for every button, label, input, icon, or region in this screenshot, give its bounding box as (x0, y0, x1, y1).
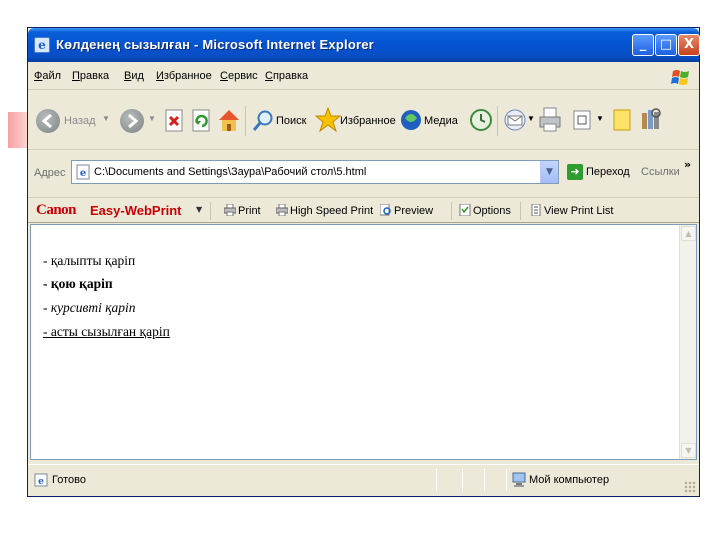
address-bar: Адрес e C:\Documents and Settings\Заура\… (28, 152, 699, 198)
go-arrow-icon[interactable]: ➜ (567, 164, 583, 180)
discuss-icon[interactable] (612, 108, 632, 132)
menu-edit[interactable]: Правка (72, 70, 109, 82)
back-arrow-icon[interactable] (36, 109, 60, 133)
canon-logo: Canon (36, 202, 77, 218)
title-bar[interactable]: e Көлденең сызылған - Microsoft Internet… (28, 28, 700, 62)
canon-print-button[interactable]: Print (224, 204, 261, 217)
status-text: Готово (52, 474, 86, 486)
content-line-normal: - қалыпты қаріп (43, 253, 136, 268)
address-dropdown-icon[interactable]: ▼ (540, 161, 558, 183)
search-label[interactable]: Поиск (276, 115, 306, 127)
toolbar-divider (245, 106, 246, 136)
canon-view-list-button[interactable]: View Print List (530, 204, 614, 217)
canon-view-list-label: View Print List (544, 205, 614, 217)
resize-grip[interactable] (684, 481, 696, 493)
history-icon[interactable] (469, 108, 493, 132)
my-computer-icon (512, 472, 526, 487)
svg-text:e: e (80, 168, 86, 179)
forward-dropdown-icon[interactable]: ▼ (148, 114, 156, 123)
maximize-button[interactable]: □ (655, 34, 677, 56)
windows-flag-icon (671, 70, 689, 85)
canon-high-speed-button[interactable]: High Speed Print (276, 204, 373, 217)
address-label: Адрес (34, 167, 66, 179)
canon-options-button[interactable]: Options (459, 204, 511, 217)
printer-icon (224, 204, 236, 216)
canon-print-label: Print (238, 205, 261, 217)
status-divider (462, 469, 463, 491)
favorites-label[interactable]: Избранное (340, 115, 396, 127)
print-icon[interactable] (538, 107, 562, 133)
content-line-bold: - қою қаріп (43, 276, 113, 291)
address-input[interactable]: e C:\Documents and Settings\Заура\Рабочи… (71, 160, 559, 184)
canon-divider (210, 202, 211, 220)
forward-arrow-icon[interactable] (120, 109, 144, 133)
preview-icon (380, 204, 391, 216)
research-icon[interactable] (640, 107, 664, 133)
easy-webprint-button[interactable]: Easy-WebPrint (90, 203, 182, 218)
menu-tools[interactable]: Сервис (220, 70, 258, 82)
menu-favorites[interactable]: Избранное (156, 70, 212, 82)
canon-divider (520, 202, 521, 220)
canon-options-label: Options (473, 205, 511, 217)
canon-toolbar: Canon Easy-WebPrint ▼ Print High Speed P… (28, 199, 699, 223)
edit-icon[interactable] (572, 109, 592, 131)
media-label[interactable]: Медиа (424, 115, 458, 127)
content-line-underline: - асты сызылған қаріп (43, 324, 170, 339)
minimize-button[interactable]: _ (632, 34, 654, 56)
canon-preview-button[interactable]: Preview (380, 204, 433, 217)
search-icon[interactable] (252, 109, 274, 133)
back-label[interactable]: Назад (64, 115, 96, 127)
go-button[interactable]: Переход (586, 166, 630, 178)
page-content: - қалыпты қаріп - қою қаріп - курсивті қ… (30, 224, 697, 460)
standard-toolbar: Назад ▼ ▼ Поиск Избранное Медиа ▼ ▼ (28, 92, 699, 150)
address-value: C:\Documents and Settings\Заура\Рабочий … (94, 166, 367, 178)
edit-dropdown-icon[interactable]: ▼ (596, 114, 604, 123)
status-divider (484, 469, 485, 491)
canon-divider (451, 202, 452, 220)
list-icon (531, 204, 541, 216)
links-more-icon[interactable]: » (684, 158, 691, 171)
easy-webprint-dropdown-icon[interactable]: ▼ (196, 205, 202, 214)
mail-icon[interactable] (503, 108, 527, 132)
status-divider (436, 469, 437, 491)
vertical-scrollbar[interactable]: ▲ ▼ (679, 225, 696, 459)
canon-high-speed-label: High Speed Print (290, 205, 374, 217)
status-divider (506, 469, 507, 491)
printer-icon (276, 204, 288, 216)
close-button[interactable]: X (678, 34, 700, 56)
media-icon[interactable] (399, 108, 423, 132)
status-bar: e Готово Мой компьютер (28, 464, 699, 496)
page-icon: e (76, 164, 90, 180)
links-button[interactable]: Ссылки (641, 166, 680, 178)
window-title: Көлденең сызылған - Microsoft Internet E… (56, 37, 374, 52)
menu-help[interactable]: Справка (265, 70, 308, 82)
scroll-down-icon[interactable]: ▼ (681, 443, 696, 458)
back-dropdown-icon[interactable]: ▼ (102, 114, 110, 123)
home-icon[interactable] (217, 107, 241, 133)
menu-bar: Файл Правка Вид Избранное Сервис Справка (28, 64, 699, 90)
menu-view[interactable]: Вид (124, 70, 144, 82)
menu-file[interactable]: Файл (34, 70, 61, 82)
scroll-up-icon[interactable]: ▲ (681, 226, 696, 241)
refresh-icon[interactable] (191, 109, 211, 133)
stop-icon[interactable] (164, 109, 184, 133)
ie-logo-icon: e (34, 37, 50, 53)
security-zone: Мой компьютер (529, 474, 610, 486)
svg-text:e: e (38, 477, 44, 487)
toolbar-divider (497, 106, 498, 136)
content-line-italic: - курсивті қаріп (43, 300, 136, 315)
mail-dropdown-icon[interactable]: ▼ (527, 114, 535, 123)
ie-window: e Көлденең сызылған - Microsoft Internet… (27, 27, 700, 497)
canon-preview-label: Preview (394, 205, 434, 217)
favorites-star-icon[interactable] (315, 107, 341, 133)
options-icon (459, 204, 471, 216)
page-done-icon: e (34, 473, 48, 487)
